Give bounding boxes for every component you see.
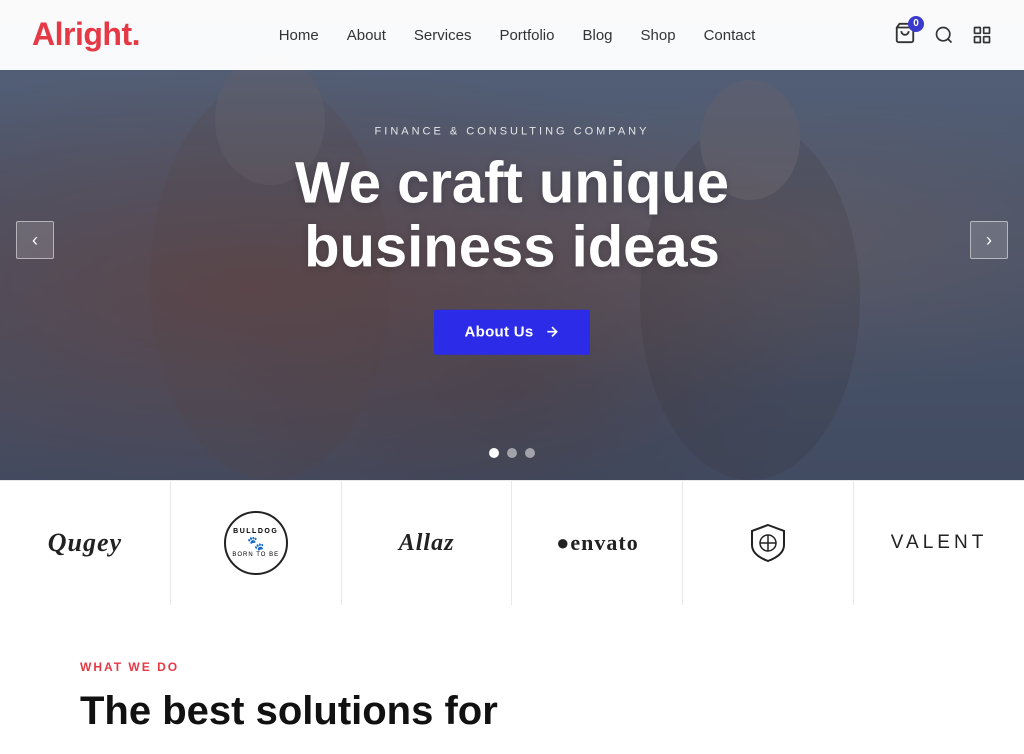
nav-shop[interactable]: Shop (641, 27, 676, 44)
cart-badge: 0 (908, 16, 924, 32)
logos-strip: Qugey BULLDOG 🐾 BORN TO BE Allaz ●envato… (0, 480, 1024, 605)
main-nav: Home About Services Portfolio Blog Shop … (279, 27, 756, 44)
dot-1[interactable] (489, 448, 499, 458)
cart-button[interactable]: 0 (894, 22, 916, 49)
hero-dots (489, 448, 535, 458)
partner-logo-bulldog: BULLDOG 🐾 BORN TO BE (171, 481, 342, 605)
search-button[interactable] (934, 25, 954, 45)
section-title: The best solutions for (80, 688, 944, 734)
valent-logo: VALENT (891, 532, 988, 554)
nav-home[interactable]: Home (279, 27, 319, 44)
search-icon (934, 25, 954, 45)
partner-logo-qugey: Qugey (0, 481, 171, 605)
nav-services[interactable]: Services (414, 27, 472, 44)
hero-cta-label: About Us (464, 323, 533, 340)
partner-logo-allaz: Allaz (342, 481, 513, 605)
hero-title-line1: We craft unique (295, 151, 729, 216)
nav-about[interactable]: About (347, 27, 386, 44)
hero-cta-button[interactable]: About Us (434, 309, 589, 354)
logo-text: Alright (32, 16, 132, 52)
hero-title: We craft unique business ideas (162, 152, 862, 280)
grid-icon (972, 25, 992, 45)
hero-title-line2: business ideas (304, 215, 720, 280)
logo-dot: . (132, 16, 140, 52)
partner-logo-envato: ●envato (512, 481, 683, 605)
chevron-left-icon: ‹ (32, 230, 38, 251)
hero-content: Finance & Consulting Company We craft un… (162, 126, 862, 355)
envato-logo: ●envato (556, 530, 639, 556)
arrow-right-icon (544, 324, 560, 340)
logo[interactable]: Alright. (32, 18, 140, 52)
partner-logo-valent: VALENT (854, 481, 1024, 605)
qugey-logo: Qugey (48, 528, 122, 558)
hero-section: ‹ Finance & Consulting Company We craft … (0, 0, 1024, 480)
hero-prev-button[interactable]: ‹ (16, 221, 54, 259)
shield-logo (746, 521, 790, 565)
allaz-logo: Allaz (399, 530, 455, 557)
hero-next-button[interactable]: › (970, 221, 1008, 259)
header-icons: 0 (894, 22, 992, 49)
bulldog-logo: BULLDOG 🐾 BORN TO BE (224, 511, 288, 575)
chevron-right-icon: › (986, 230, 992, 251)
what-section: WHAT WE DO The best solutions for (0, 605, 1024, 754)
nav-blog[interactable]: Blog (582, 27, 612, 44)
dot-3[interactable] (525, 448, 535, 458)
nav-portfolio[interactable]: Portfolio (499, 27, 554, 44)
grid-menu-button[interactable] (972, 25, 992, 45)
header: Alright. Home About Services Portfolio B… (0, 0, 1024, 70)
hero-subtitle: Finance & Consulting Company (162, 126, 862, 138)
dot-2[interactable] (507, 448, 517, 458)
partner-logo-shield (683, 481, 854, 605)
section-tag: WHAT WE DO (80, 660, 944, 674)
nav-contact[interactable]: Contact (704, 27, 756, 44)
